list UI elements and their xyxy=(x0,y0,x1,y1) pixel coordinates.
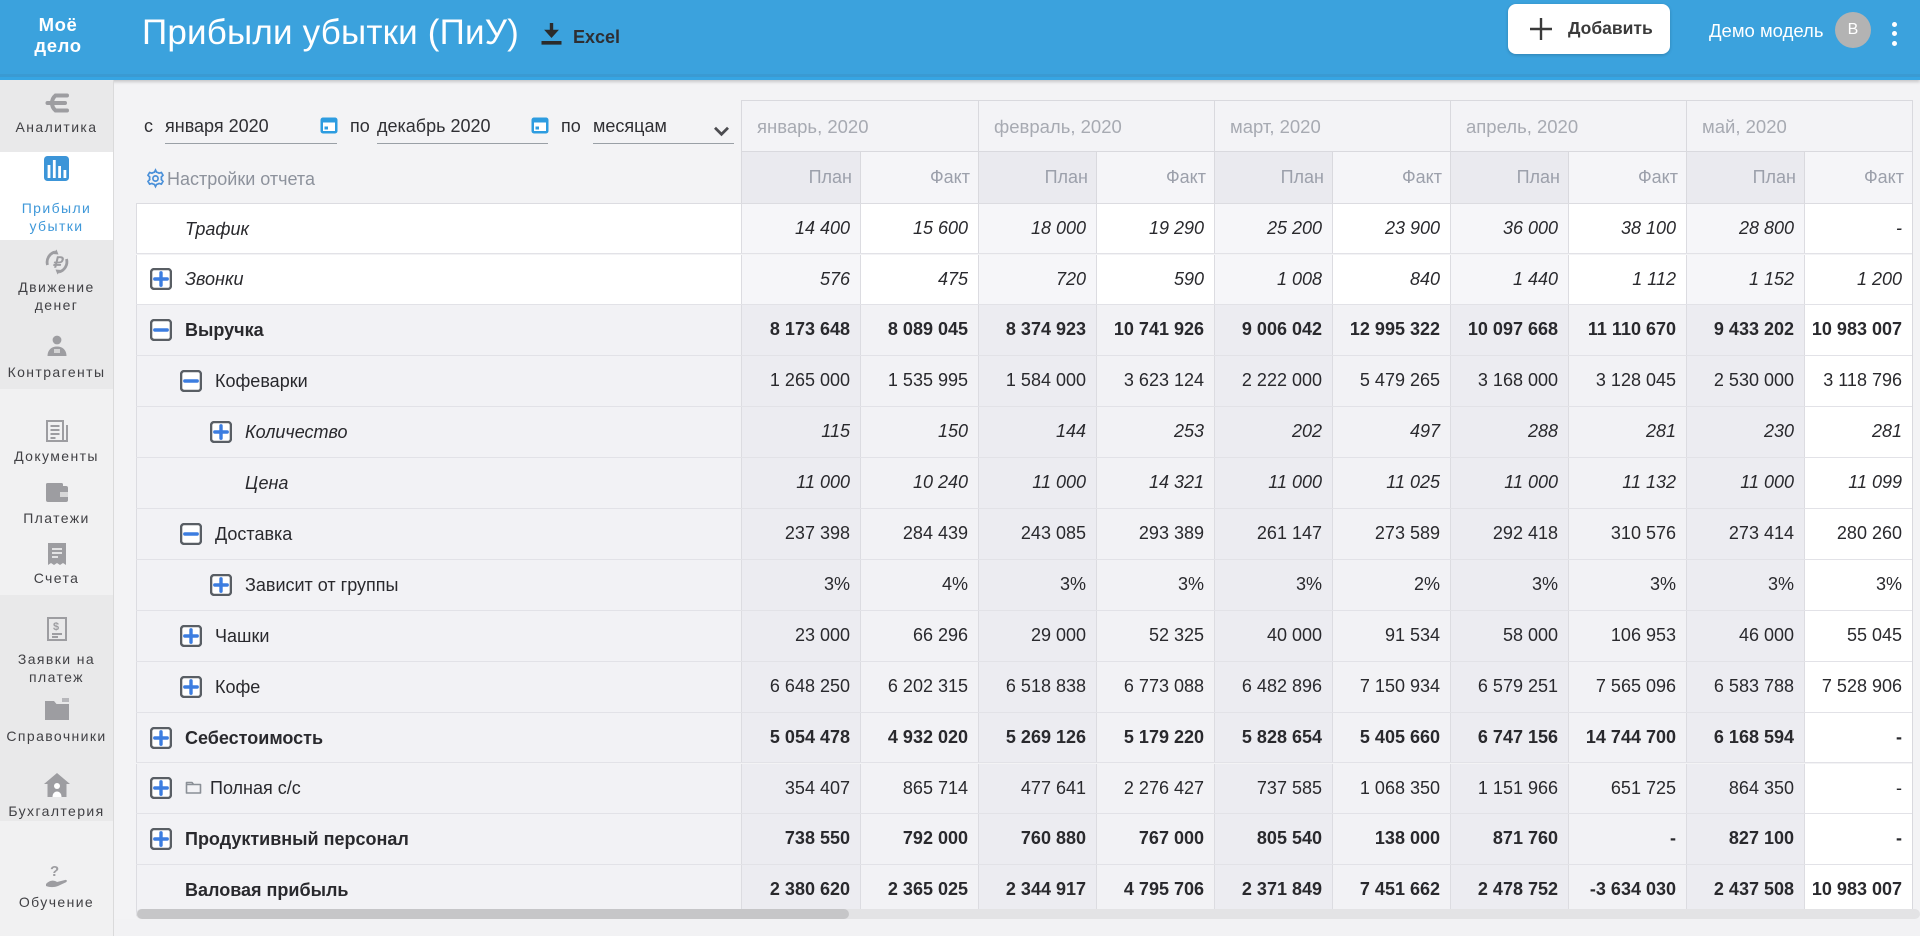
svg-text:?: ? xyxy=(50,863,59,880)
svg-text:$: $ xyxy=(53,621,59,633)
